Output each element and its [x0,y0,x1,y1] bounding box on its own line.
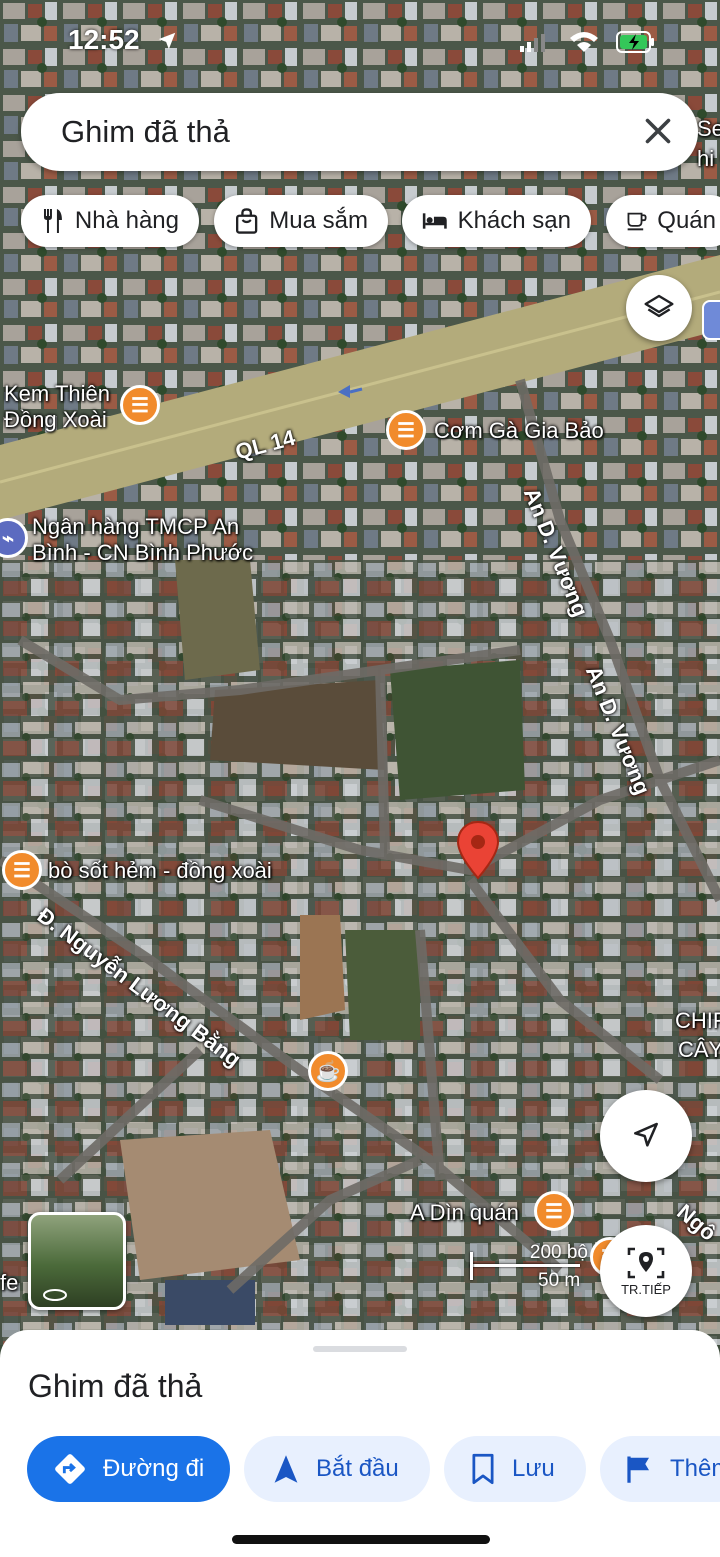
bed-icon [422,213,447,229]
restaurant-pin-icon[interactable]: ☰ [534,1191,574,1231]
more-button[interactable]: Thêm [600,1436,720,1502]
layers-button[interactable] [626,275,692,341]
battery-charging-icon [616,31,654,53]
cellular-signal-icon [520,34,545,52]
search-text[interactable]: Ghim đã thả [61,114,230,150]
flag-icon [627,1456,649,1483]
place-label-ngan-hang[interactable]: Ngân hàng TMCP An Bình - CN Bình Phước [32,514,253,566]
bus-stop-icon[interactable] [702,300,720,340]
fork-knife-icon [43,209,62,233]
chip-label: Quán [657,207,716,234]
directions-button[interactable]: Đường đi [27,1436,230,1502]
scale-bar: 200 bộ 50 m [468,1242,588,1292]
clock: 12:52 [68,24,140,55]
status-bar: 12:52 [0,20,720,64]
more-label: Thêm [670,1455,720,1482]
navigation-arrow-icon [634,1122,658,1147]
restaurant-pin-icon[interactable]: ☰ [386,410,426,450]
shopping-bag-icon [236,208,258,234]
chip-label: Khách sạn [457,207,571,234]
home-indicator[interactable] [232,1535,490,1544]
rotate-360-icon [43,1289,67,1301]
bottom-sheet[interactable]: Ghim đã thả Đường đi Bắt đầu Lưu Thêm [0,1330,720,1557]
place-label-bo-sot-hem[interactable]: bò sốt hẻm - đồng xoài [48,858,272,884]
street-view-button[interactable]: TR.TIẾP [600,1225,692,1317]
bookmark-icon [472,1453,494,1485]
chip-shopping[interactable]: Mua sắm [214,195,388,247]
restaurant-pin-icon[interactable]: ☰ [120,385,160,425]
street-view-label: TR.TIẾP [621,1281,671,1297]
chip-coffee[interactable]: Quán [606,195,720,247]
location-arrow-icon [158,32,176,50]
start-button[interactable]: Bắt đầu [244,1436,430,1502]
wifi-icon [570,32,598,52]
cut-off-label: hi C [697,146,720,171]
place-title: Ghim đã thả [28,1368,203,1404]
place-label-kem-thien[interactable]: Kem Thiên Đồng Xoài [4,381,110,433]
save-button[interactable]: Lưu [444,1436,586,1502]
cut-off-label: fe [0,1270,19,1295]
cut-off-label: CHIF [675,1008,720,1033]
layers-icon [644,294,674,318]
chip-hotels[interactable]: Khách sạn [402,195,591,247]
cut-off-label: Se [697,116,720,141]
cut-off-label: CÂY [678,1037,720,1062]
save-label: Lưu [512,1455,555,1482]
search-bar[interactable]: Ghim đã thả [21,93,698,171]
coffee-cup-icon [627,212,647,231]
chip-restaurants[interactable]: Nhà hàng [21,195,199,247]
start-label: Bắt đầu [316,1455,399,1482]
directions-label: Đường đi [103,1455,205,1482]
scale-imperial: 200 bộ [529,1242,588,1263]
drag-handle[interactable] [313,1346,407,1352]
cafe-pin-icon[interactable]: ☕ [308,1051,348,1091]
restaurant-pin-icon[interactable]: ☰ [2,850,42,890]
directions-icon [55,1454,85,1484]
chip-label: Nhà hàng [74,207,179,234]
scale-metric: 50 m [538,1270,581,1291]
street-view-thumbnail[interactable] [28,1212,126,1310]
navigation-arrow-icon [274,1455,298,1483]
dropped-pin-icon[interactable] [455,820,501,880]
chip-label: Mua sắm [269,207,368,234]
close-icon[interactable] [640,113,676,149]
my-location-button[interactable] [600,1090,692,1182]
place-label-com-ga-gia-bao[interactable]: Cơm Gà Gia Bảo [434,418,604,444]
place-label-a-din-quan[interactable]: A Dìn quán [410,1200,519,1226]
street-view-pin-icon [627,1247,665,1278]
